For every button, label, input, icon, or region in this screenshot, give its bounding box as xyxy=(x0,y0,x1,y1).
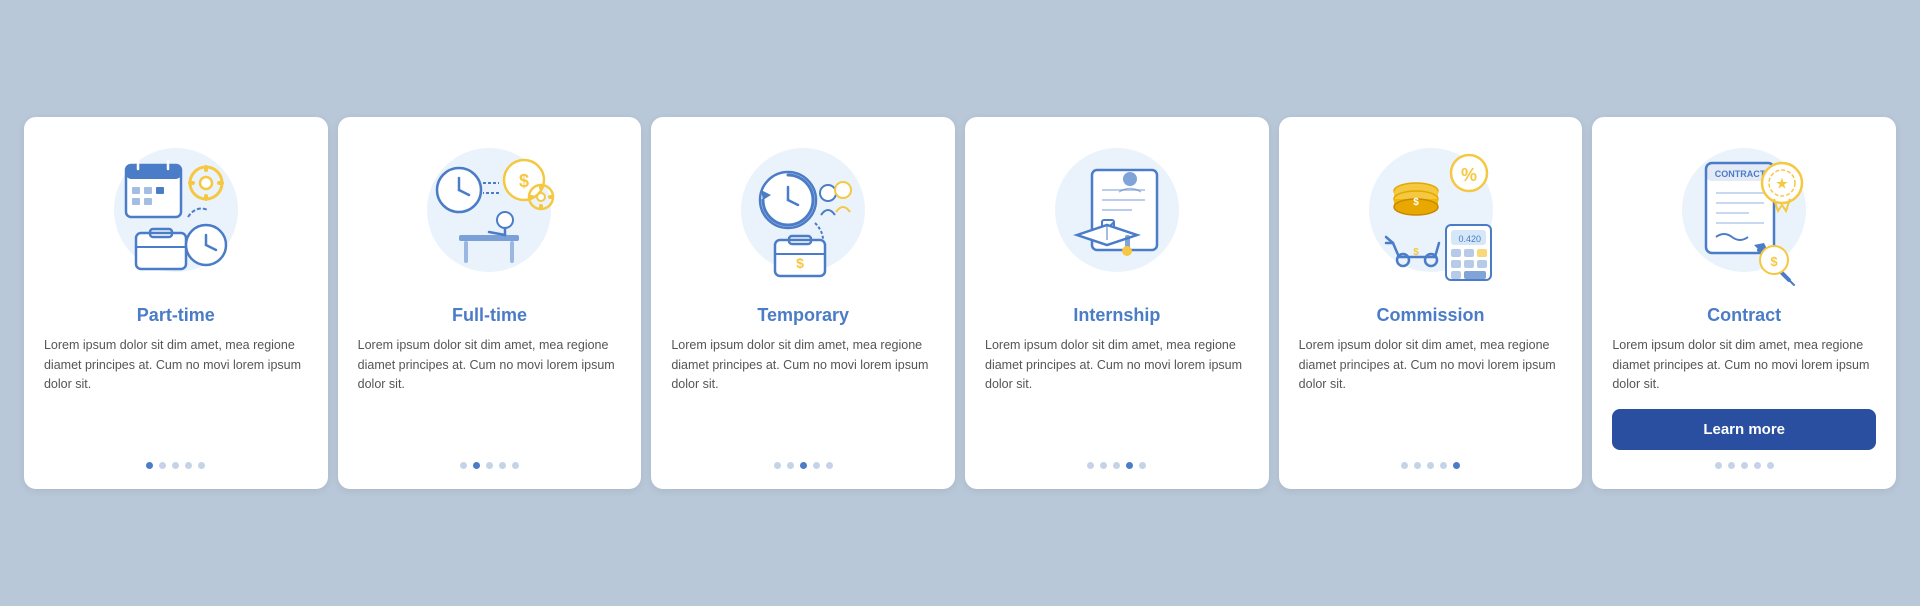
dot xyxy=(146,462,153,469)
card-part-time-body: Lorem ipsum dolor sit dim amet, mea regi… xyxy=(44,336,308,447)
card-full-time-title: Full-time xyxy=(452,305,527,326)
dot xyxy=(1414,462,1421,469)
dot xyxy=(1741,462,1748,469)
card-internship-dots xyxy=(1087,462,1146,469)
internship-illustration xyxy=(1037,135,1197,295)
card-full-time: $ Full-time Lorem xyxy=(338,117,642,488)
card-part-time-title: Part-time xyxy=(137,305,215,326)
svg-text:0.420: 0.420 xyxy=(1458,234,1481,244)
cards-container: Part-time Lorem ipsum dolor sit dim amet… xyxy=(0,97,1920,508)
dot xyxy=(512,462,519,469)
card-part-time: Part-time Lorem ipsum dolor sit dim amet… xyxy=(24,117,328,488)
svg-text:$: $ xyxy=(1413,247,1419,258)
card-contract-body: Lorem ipsum dolor sit dim amet, mea regi… xyxy=(1612,336,1876,394)
card-commission: % $ $ 0.420 xyxy=(1279,117,1583,488)
temporary-illustration: $ xyxy=(723,135,883,295)
card-temporary: $ Temporary Lorem ipsum dolor sit dim am… xyxy=(651,117,955,488)
card-part-time-dots xyxy=(146,462,205,469)
dot xyxy=(198,462,205,469)
svg-text:★: ★ xyxy=(1776,176,1788,191)
dot xyxy=(800,462,807,469)
commission-illustration: % $ $ 0.420 xyxy=(1351,135,1511,295)
card-commission-title: Commission xyxy=(1376,305,1484,326)
card-internship-title: Internship xyxy=(1073,305,1160,326)
dot xyxy=(1754,462,1761,469)
card-commission-dots xyxy=(1401,462,1460,469)
full-time-illustration: $ xyxy=(409,135,569,295)
card-full-time-body: Lorem ipsum dolor sit dim amet, mea regi… xyxy=(358,336,622,447)
dot xyxy=(1427,462,1434,469)
svg-text:$: $ xyxy=(519,171,529,191)
svg-text:$: $ xyxy=(1771,254,1779,269)
svg-text:%: % xyxy=(1460,165,1476,185)
learn-more-button[interactable]: Learn more xyxy=(1612,409,1876,450)
dot xyxy=(787,462,794,469)
dot xyxy=(826,462,833,469)
card-temporary-body: Lorem ipsum dolor sit dim amet, mea regi… xyxy=(671,336,935,447)
dot xyxy=(486,462,493,469)
dot xyxy=(1715,462,1722,469)
dot xyxy=(774,462,781,469)
card-internship: Internship Lorem ipsum dolor sit dim ame… xyxy=(965,117,1269,488)
dot xyxy=(1767,462,1774,469)
dot xyxy=(1100,462,1107,469)
dot xyxy=(813,462,820,469)
card-commission-body: Lorem ipsum dolor sit dim amet, mea regi… xyxy=(1299,336,1563,447)
dot xyxy=(185,462,192,469)
dot xyxy=(1087,462,1094,469)
contract-illustration: CONTRACT ★ $ xyxy=(1664,135,1824,295)
dot xyxy=(473,462,480,469)
dot xyxy=(172,462,179,469)
part-time-illustration xyxy=(96,135,256,295)
card-temporary-title: Temporary xyxy=(757,305,849,326)
dot xyxy=(1728,462,1735,469)
svg-text:$: $ xyxy=(796,255,804,271)
card-full-time-dots xyxy=(460,462,519,469)
dot xyxy=(1113,462,1120,469)
card-temporary-dots xyxy=(774,462,833,469)
card-contract-title: Contract xyxy=(1707,305,1781,326)
dot xyxy=(499,462,506,469)
dot xyxy=(1139,462,1146,469)
dot xyxy=(1440,462,1447,469)
dot xyxy=(1453,462,1460,469)
card-internship-body: Lorem ipsum dolor sit dim amet, mea regi… xyxy=(985,336,1249,447)
dot xyxy=(1401,462,1408,469)
svg-text:CONTRACT: CONTRACT xyxy=(1715,169,1766,179)
card-contract: CONTRACT ★ $ Co xyxy=(1592,117,1896,488)
card-contract-dots xyxy=(1715,462,1774,469)
dot xyxy=(460,462,467,469)
dot xyxy=(159,462,166,469)
svg-text:$: $ xyxy=(1413,197,1419,208)
dot xyxy=(1126,462,1133,469)
